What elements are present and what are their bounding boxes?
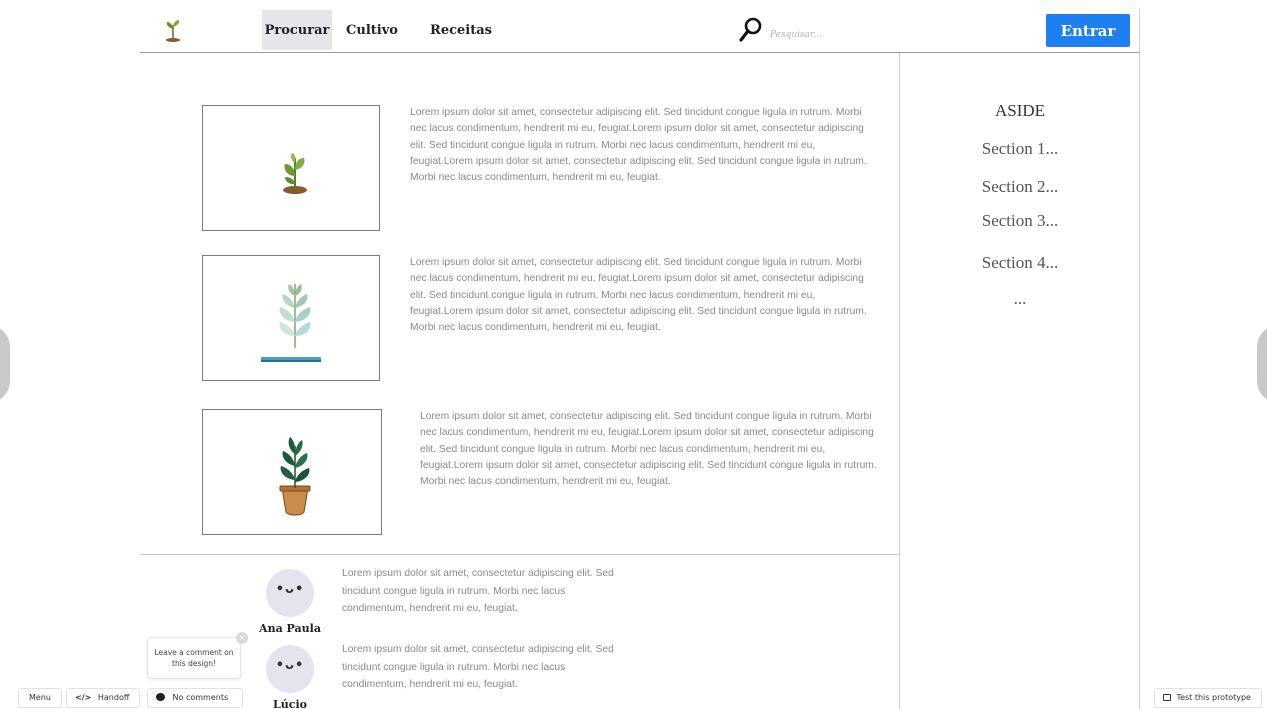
sprout-in-soil-icon [283,153,307,194]
comment-item: •ᴗ• Ana Paula Lorem ipsum dolor sit amet… [140,565,900,640]
potted-plant-icon [279,437,311,516]
next-screen-arrow[interactable] [1257,325,1267,403]
login-button[interactable]: Entrar [1046,14,1130,47]
previous-screen-arrow[interactable] [0,325,10,403]
nav-tab-cultivo[interactable]: Cultivo [344,10,400,50]
prototype-frame: Procurar Cultivo Receitas Entrar Lorem i [140,8,1140,709]
search-input[interactable] [770,26,900,44]
handoff-button[interactable]: </> Handoff [66,688,140,708]
article-card: Lorem ipsum dolor sit amet, consectetur … [202,409,882,539]
speech-bubble-icon [156,693,165,701]
nav-tab-procurar[interactable]: Procurar [262,10,332,50]
comment-text: Lorem ipsum dolor sit amet, consectetur … [342,644,614,690]
article-text: Lorem ipsum dolor sit amet, consectetur … [420,411,877,488]
test-prototype-button[interactable]: Test this prototype [1154,688,1262,708]
avatar: •ᴗ• [266,569,314,617]
comment-author: Lúcio [273,698,307,709]
handoff-label: Handoff [97,693,130,702]
comment-item: •ᴗ• Lúcio Lorem ipsum dolor sit amet, co… [140,641,900,709]
aside-panel: ASIDE Section 1... Section 2... Section … [899,53,1140,709]
close-icon[interactable]: × [236,632,248,644]
article-image[interactable] [202,255,380,381]
aside-title: ASIDE [994,101,1046,120]
nav-tab-receitas[interactable]: Receitas [430,10,492,50]
aside-section-4[interactable]: Section 4... [900,253,1140,273]
code-icon: </> [75,693,92,702]
test-label: Test this prototype [1176,693,1251,702]
comments-label: No comments [172,693,229,702]
aside-more[interactable]: ... [900,289,1140,309]
aside-section-3[interactable]: Section 3... [900,211,1140,231]
leafy-branch-icon [261,284,321,362]
comments-section: •ᴗ• Ana Paula Lorem ipsum dolor sit amet… [140,554,900,709]
sprout-icon[interactable] [162,16,184,42]
aside-section-1[interactable]: Section 1... [900,139,1140,159]
article-image[interactable] [202,409,382,535]
main-content: Lorem ipsum dolor sit amet, consectetur … [140,53,900,554]
article-image[interactable] [202,105,380,231]
menu-button[interactable]: Menu [18,688,62,708]
test-tube-icon [1163,694,1171,701]
comment-author: Ana Paula [259,622,321,635]
article-card: Lorem ipsum dolor sit amet, consectetur … [202,105,882,235]
smiley-face-icon: •ᴗ• [275,582,305,597]
aside-section-2[interactable]: Section 2... [900,177,1140,197]
comment-text: Lorem ipsum dolor sit amet, consectetur … [342,568,614,614]
comment-tooltip: Leave a comment on this design! [147,637,241,679]
avatar: •ᴗ• [266,645,314,693]
smiley-face-icon: •ᴗ• [275,658,305,673]
article-text: Lorem ipsum dolor sit amet, consectetur … [410,257,867,334]
article-text: Lorem ipsum dolor sit amet, consectetur … [410,107,867,184]
site-header: Procurar Cultivo Receitas Entrar [140,8,1140,53]
comments-button[interactable]: No comments [147,688,243,708]
article-card: Lorem ipsum dolor sit amet, consectetur … [202,255,882,385]
search-icon[interactable] [738,16,764,44]
